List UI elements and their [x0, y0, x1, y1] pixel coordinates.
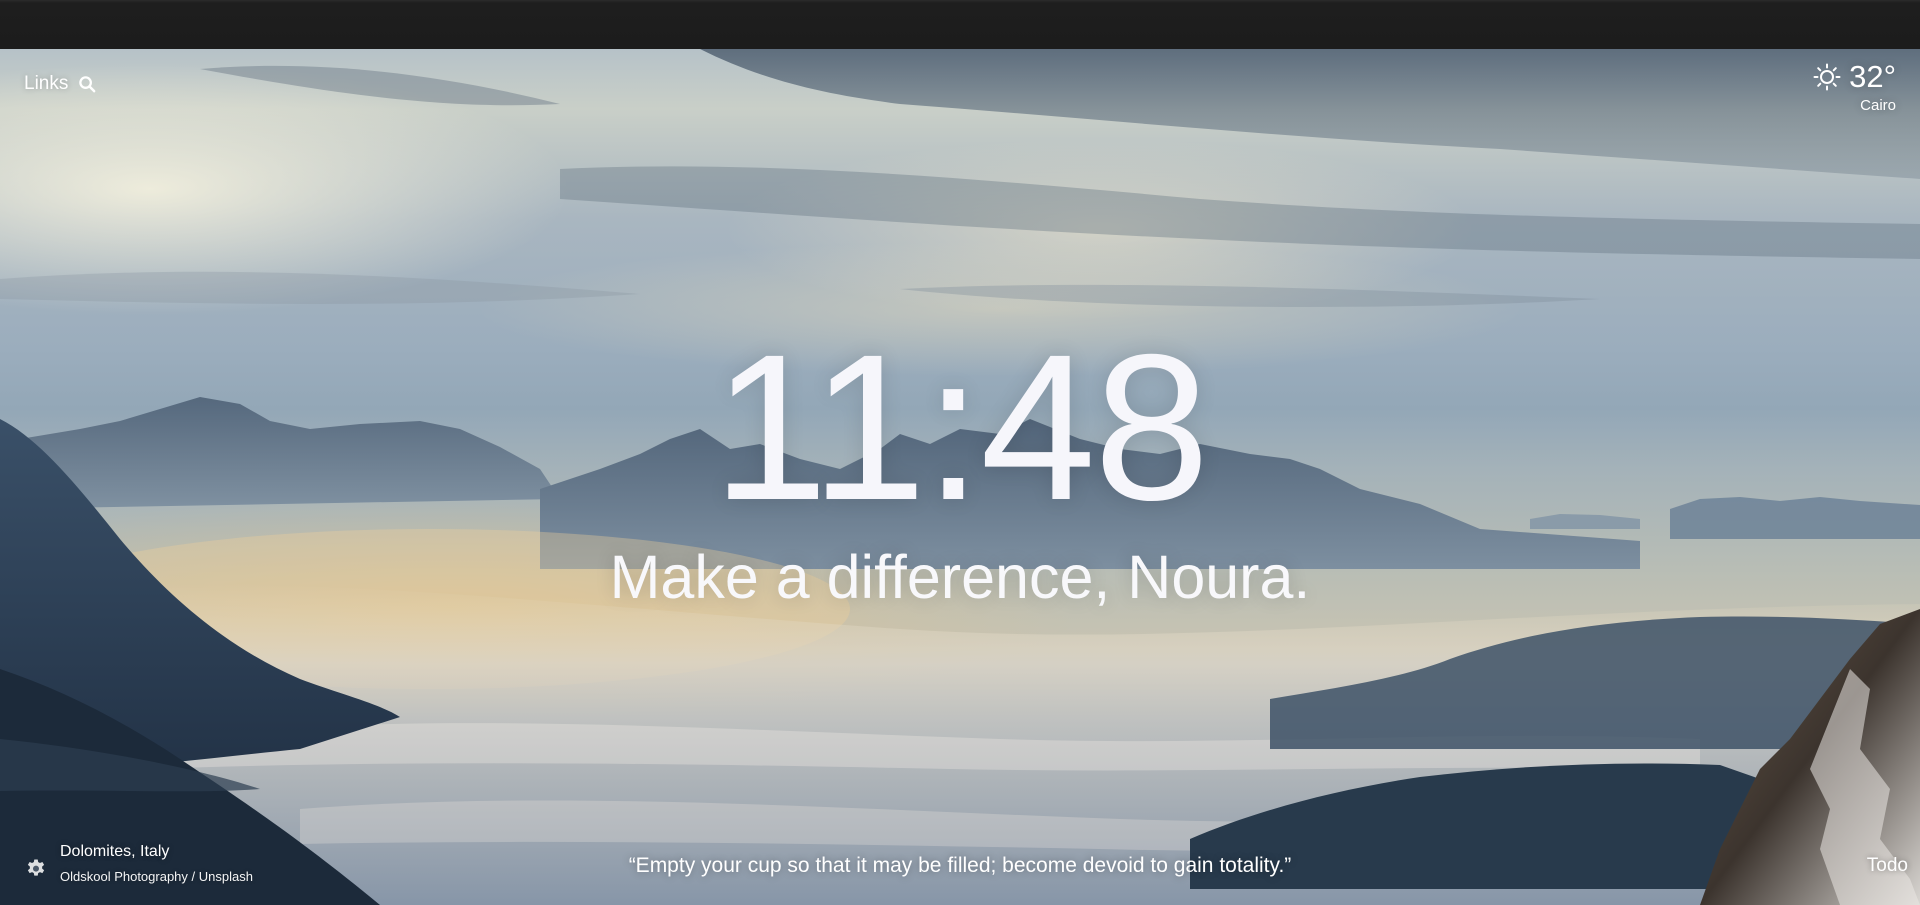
- daily-quote[interactable]: “Empty your cup so that it may be filled…: [0, 853, 1920, 879]
- weather-widget[interactable]: 32° Cairo: [1813, 60, 1896, 114]
- links-button[interactable]: Links: [24, 73, 97, 95]
- todo-button[interactable]: Todo: [1867, 855, 1908, 877]
- background-photo: Links 32° Cairo 11:48 Make a difference,…: [0, 49, 1920, 905]
- browser-top-bar: [0, 0, 1920, 49]
- links-label: Links: [24, 73, 69, 94]
- weather-city: Cairo: [1860, 97, 1896, 114]
- greeting-text[interactable]: Make a difference, Noura.: [0, 541, 1920, 613]
- weather-temperature: 32°: [1849, 59, 1896, 94]
- search-icon[interactable]: [78, 75, 97, 94]
- clock-time[interactable]: 11:48: [0, 324, 1920, 532]
- sun-icon: [1813, 63, 1841, 91]
- weather-summary: 32°: [1813, 60, 1896, 94]
